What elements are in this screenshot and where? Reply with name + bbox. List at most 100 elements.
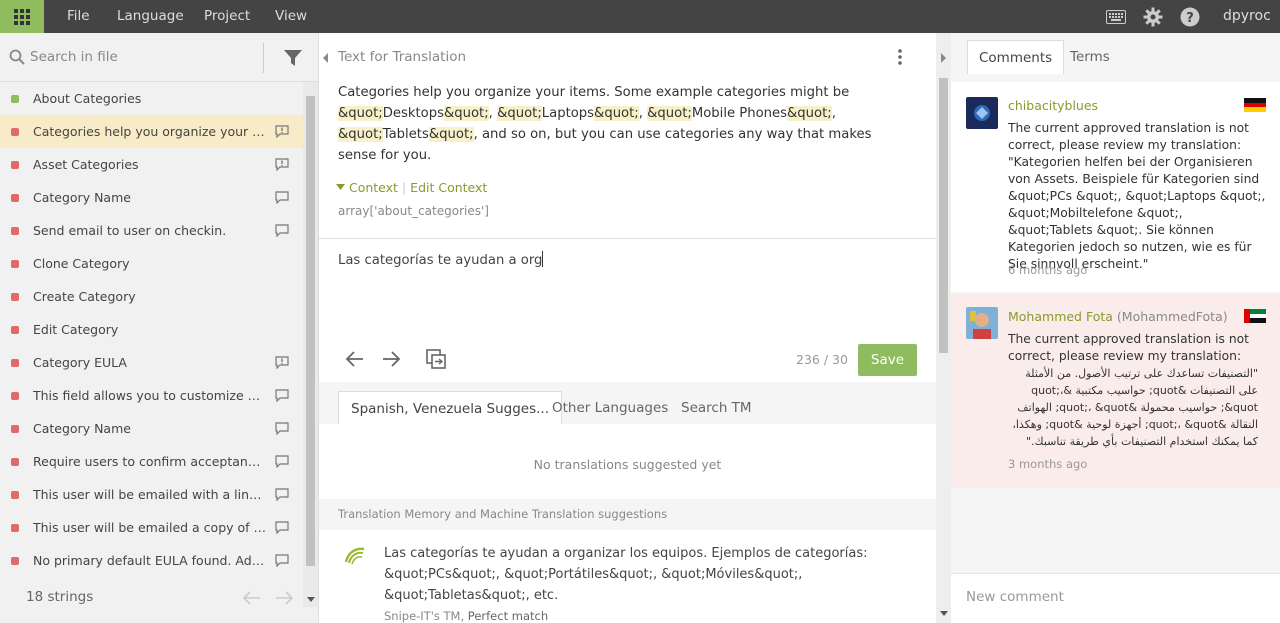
context-toggle[interactable]: Context [349,180,398,195]
translated-status-dot [11,95,19,103]
tab-other-languages[interactable]: Other Languages [552,391,668,425]
list-item-label: Category EULA [33,355,127,370]
comment-icon [275,521,289,534]
list-item-label: About Categories [33,91,142,106]
list-item[interactable]: Categories help you organize your item..… [0,115,303,148]
comment-time: 3 months ago [1008,457,1088,471]
save-button[interactable]: Save [858,344,917,376]
tm-label: Translation Memory and Machine Translati… [338,507,668,521]
source-segment: Categories help you organize your items.… [338,85,850,100]
list-item[interactable]: Category Name [0,181,303,214]
list-item[interactable]: This field allows you to customize your … [0,379,303,412]
source-segment: , [638,106,648,121]
comment-author-name: Mohammed Fota [1008,309,1113,324]
placeholder-token: &quot; [647,106,692,121]
untranslated-status-dot [11,161,19,169]
comment-author[interactable]: chibacityblues [1008,98,1098,113]
comment-icon [275,554,289,567]
next-page-icon[interactable] [275,591,293,605]
list-item[interactable]: Asset Categories [0,148,303,181]
arrow-right-icon[interactable] [380,348,402,370]
arrow-left-icon[interactable] [344,348,366,370]
apps-grid-button[interactable] [0,0,44,33]
list-item[interactable]: No primary default EULA found. Add on... [0,544,303,577]
tm-suggestion-text: Las categorías te ayudan a organizar los… [384,546,868,603]
gear-icon[interactable] [1141,0,1165,33]
avatar [966,307,998,339]
tm-logo-icon [344,547,365,565]
list-item-label: This user will be emailed with a link to… [33,487,267,502]
keyboard-icon[interactable] [1104,0,1128,33]
avatar [966,97,998,129]
help-icon[interactable]: ? [1178,0,1202,33]
list-item[interactable]: Create Category [0,280,303,313]
comment-author[interactable]: Mohammed Fota (MohammedFota) [1008,309,1228,324]
menu-file[interactable]: File [67,0,90,33]
untranslated-status-dot [11,524,19,532]
list-item[interactable]: Category Name [0,412,303,445]
list-item-label: Clone Category [33,256,130,271]
search-row [0,33,318,82]
menu-view[interactable]: View [275,0,307,33]
untranslated-status-dot [11,128,19,136]
copy-source-icon[interactable] [425,348,447,370]
list-item[interactable]: Clone Category [0,247,303,280]
scrollbar-thumb[interactable] [939,78,948,353]
untranslated-status-dot [11,491,19,499]
list-item[interactable]: About Categories [0,82,303,115]
placeholder-token: &quot; [338,127,383,142]
filter-icon[interactable] [283,48,303,68]
char-counter: 236 / 30 [796,352,848,367]
source-segment: Tablets [382,127,429,142]
collapse-right-icon[interactable] [939,53,947,63]
search-input[interactable] [30,45,255,69]
new-comment-input[interactable] [966,589,1256,605]
placeholder-token: &quot; [787,106,832,121]
editor-scrollbar[interactable] [936,33,951,623]
tab-terms[interactable]: Terms [1070,40,1110,74]
comment-card: chibacityblues The current approved tran… [951,82,1280,292]
source-text: Categories help you organize your items.… [338,82,903,166]
edit-context-link[interactable]: Edit Context [410,180,487,195]
collapse-left-icon[interactable] [319,33,333,83]
untranslated-status-dot [11,557,19,565]
untranslated-status-dot [11,425,19,433]
list-item-label: Require users to confirm acceptance of .… [33,454,267,469]
untranslated-status-dot [11,359,19,367]
list-item[interactable]: Category EULA [0,346,303,379]
tab-language-suggestions[interactable]: Spanish, Venezuela Sugges... [338,391,562,425]
menu-language[interactable]: Language [117,0,184,33]
list-item[interactable]: Require users to confirm acceptance of .… [0,445,303,478]
placeholder-token: &quot; [497,106,542,121]
scroll-down-icon[interactable] [940,611,948,617]
list-item[interactable]: This user will be emailed with a link to… [0,478,303,511]
menu-project[interactable]: Project [204,0,250,33]
translation-input[interactable]: Las categorías te ayudan a org [338,251,544,268]
source-segment: , [488,106,498,121]
issue-icon [275,158,289,171]
untranslated-status-dot [11,326,19,334]
list-item[interactable]: Send email to user on checkin. [0,214,303,247]
scrollbar-thumb[interactable] [306,96,315,566]
scroll-down-icon[interactable] [307,597,315,603]
search-divider [263,43,264,73]
svg-text:?: ? [1186,11,1194,26]
list-item[interactable]: This user will be emailed a copy of the … [0,511,303,544]
sidebar-scrollbar[interactable] [303,82,318,607]
comment-translation-rtl: "التصنيفات تساعدك على ترتيب الأصول. من ا… [1012,367,1258,448]
comment-icon [275,455,289,468]
source-segment: Desktops [382,106,444,121]
comment-time: 6 months ago [1008,263,1088,277]
tab-comments[interactable]: Comments [967,40,1065,74]
list-item[interactable]: Edit Category [0,313,303,346]
search-icon [9,49,25,65]
list-item-label: Asset Categories [33,157,139,172]
prev-page-icon[interactable] [243,591,261,605]
user-menu[interactable]: dpyroc [1223,0,1271,33]
comment-text: The current approved translation is not … [1008,332,1249,363]
tab-search-tm[interactable]: Search TM [681,391,752,425]
list-item-label: Send email to user on checkin. [33,223,227,238]
grid-icon [14,8,30,25]
more-options-icon[interactable] [896,48,904,66]
untranslated-status-dot [11,392,19,400]
